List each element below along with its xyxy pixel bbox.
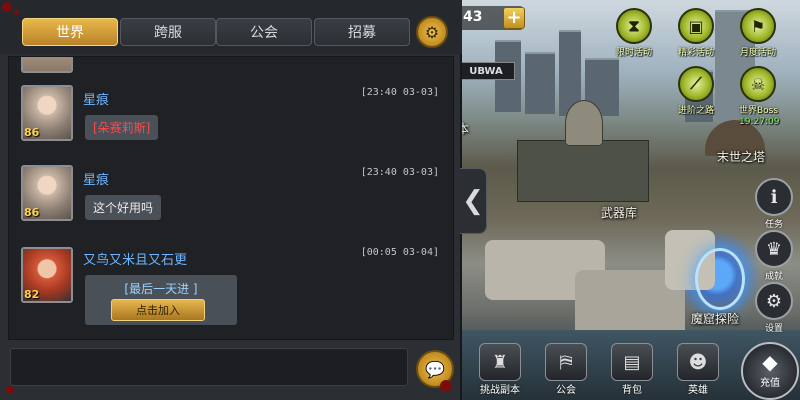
user-level: 86 <box>24 206 40 219</box>
task-icon: ℹ <box>755 178 793 216</box>
world-boss-timer: 19:27:09 <box>739 117 780 127</box>
advancement-road-button[interactable]: ⟋ 进阶之路 <box>677 66 715 116</box>
flag-icon: ⚑ <box>740 8 776 44</box>
tab-recruit[interactable]: 招募 <box>314 18 410 46</box>
collapse-chat-button[interactable]: ❮ <box>460 168 487 234</box>
dungeon-portal[interactable] <box>695 248 745 310</box>
hero-head-icon: ☻ <box>677 343 719 381</box>
subway-sign: UBWA <box>457 62 515 80</box>
chat-message-list[interactable]: 86 星痕 [23:40 03-03] [朵赛莉斯] 86 星痕 [23:40 … <box>8 56 454 340</box>
message-bubble[interactable]: [朵赛莉斯] <box>85 115 159 140</box>
gear-icon: ⚙ <box>424 22 440 42</box>
message-timestamp: [00:05 03-04] <box>360 247 439 258</box>
guild-button[interactable]: ⛿ 公会 <box>541 343 591 396</box>
bottom-button-label: 公会 <box>556 385 576 396</box>
blood-splatter <box>6 386 14 394</box>
diamond-icon: ◆ <box>762 350 778 374</box>
message-username[interactable]: 又鸟又米且又石更 <box>83 249 187 268</box>
tab-cross-server[interactable]: 跨服 <box>120 18 216 46</box>
road-icon: ⟋ <box>678 66 714 102</box>
blood-splatter <box>440 380 452 392</box>
skull-icon: ☠ <box>740 66 776 102</box>
side-button-label: 设置 <box>764 324 783 334</box>
challenge-dungeon-button[interactable]: ♜ 挑战副本 <box>475 343 525 396</box>
chat-input[interactable] <box>10 348 408 386</box>
resource-value: 43 <box>463 9 483 25</box>
avatar[interactable]: 86 <box>21 85 73 141</box>
chat-panel: 世界 跨服 公会 招募 ⚙ 86 星痕 [23:40 03-03] [朵赛莉斯]… <box>0 0 462 400</box>
recruit-card-title: [最后一天进 ] <box>124 282 198 296</box>
blood-splatter <box>14 10 19 15</box>
armory-building[interactable] <box>517 140 649 202</box>
hourglass-icon: ⧗ <box>616 8 652 44</box>
backpack-button[interactable]: ▤ 背包 <box>607 343 657 396</box>
avatar[interactable]: 86 <box>21 165 73 221</box>
monthly-event-button[interactable]: ⚑ 月度活动 <box>739 8 777 58</box>
chevron-left-icon: ❮ <box>462 186 484 216</box>
gear-icon: ⚙ <box>755 282 793 320</box>
backpack-icon: ▤ <box>611 343 653 381</box>
gift-icon: ▣ <box>678 8 714 44</box>
side-button-label: 任务 <box>764 220 783 230</box>
achievement-button[interactable]: ♛ 成就 <box>754 230 794 282</box>
tab-guild[interactable]: 公会 <box>216 18 312 46</box>
join-button[interactable]: 点击加入 <box>111 299 205 321</box>
top-button-label: 月度活动 <box>739 48 776 58</box>
avatar[interactable]: 82 <box>21 247 73 303</box>
top-button-label: 世界Boss <box>739 106 779 116</box>
message-username[interactable]: 星痕 <box>83 89 109 108</box>
plus-icon[interactable]: + <box>503 7 525 29</box>
tower-icon: ♜ <box>479 343 521 381</box>
message-timestamp: [23:40 03-03] <box>360 167 439 178</box>
world-boss-button[interactable]: ☠ 世界Boss 19:27:09 <box>739 66 780 127</box>
user-level: 86 <box>24 126 40 139</box>
featured-event-button[interactable]: ▣ 精彩活动 <box>677 8 715 58</box>
bottom-button-label: 背包 <box>622 385 642 396</box>
message-timestamp: [23:40 03-03] <box>360 87 439 98</box>
top-button-label: 限时活动 <box>615 48 652 58</box>
chat-bubble-icon: 💬 <box>425 359 445 379</box>
recharge-button[interactable]: ◆ 充值 <box>741 342 799 400</box>
top-button-label: 进阶之路 <box>677 106 714 116</box>
recruit-card: [最后一天进 ] 点击加入 <box>85 275 237 325</box>
armory-tank <box>565 100 603 146</box>
chat-settings-button[interactable]: ⚙ <box>416 16 448 48</box>
task-button[interactable]: ℹ 任务 <box>754 178 794 230</box>
hero-button[interactable]: ☻ 英雄 <box>673 343 723 396</box>
bottom-button-label: 英雄 <box>688 385 708 396</box>
location-label-armory[interactable]: 武器库 <box>601 204 637 221</box>
avatar[interactable] <box>21 57 73 73</box>
banner-icon: ⛿ <box>545 343 587 381</box>
game-scene[interactable]: UBWA 43 + ⧗ 限时活动 ▣ 精彩活动 ⚑ 月度活动 ⟋ 进阶之路 ☠ … <box>455 0 800 400</box>
recharge-label: 充值 <box>760 378 780 389</box>
city-building <box>525 52 555 114</box>
user-level: 82 <box>24 288 40 301</box>
message-bubble[interactable]: 这个好用吗 <box>85 195 162 220</box>
tab-world[interactable]: 世界 <box>22 18 118 46</box>
top-button-label: 精彩活动 <box>677 48 714 58</box>
resource-counter: 43 + <box>457 6 525 30</box>
trophy-icon: ♛ <box>755 230 793 268</box>
location-label-dungeon[interactable]: 魔窟探险 <box>691 310 739 327</box>
location-label-tower[interactable]: 末世之塔 <box>717 148 765 165</box>
blood-splatter <box>2 2 12 12</box>
limited-event-button[interactable]: ⧗ 限时活动 <box>615 8 653 58</box>
bottom-button-label: 挑战副本 <box>480 385 520 396</box>
side-button-label: 成就 <box>764 272 783 282</box>
message-username[interactable]: 星痕 <box>83 169 109 188</box>
settings-button[interactable]: ⚙ 设置 <box>754 282 794 334</box>
chat-tab-bar: 世界 跨服 公会 招募 ⚙ <box>0 0 462 54</box>
